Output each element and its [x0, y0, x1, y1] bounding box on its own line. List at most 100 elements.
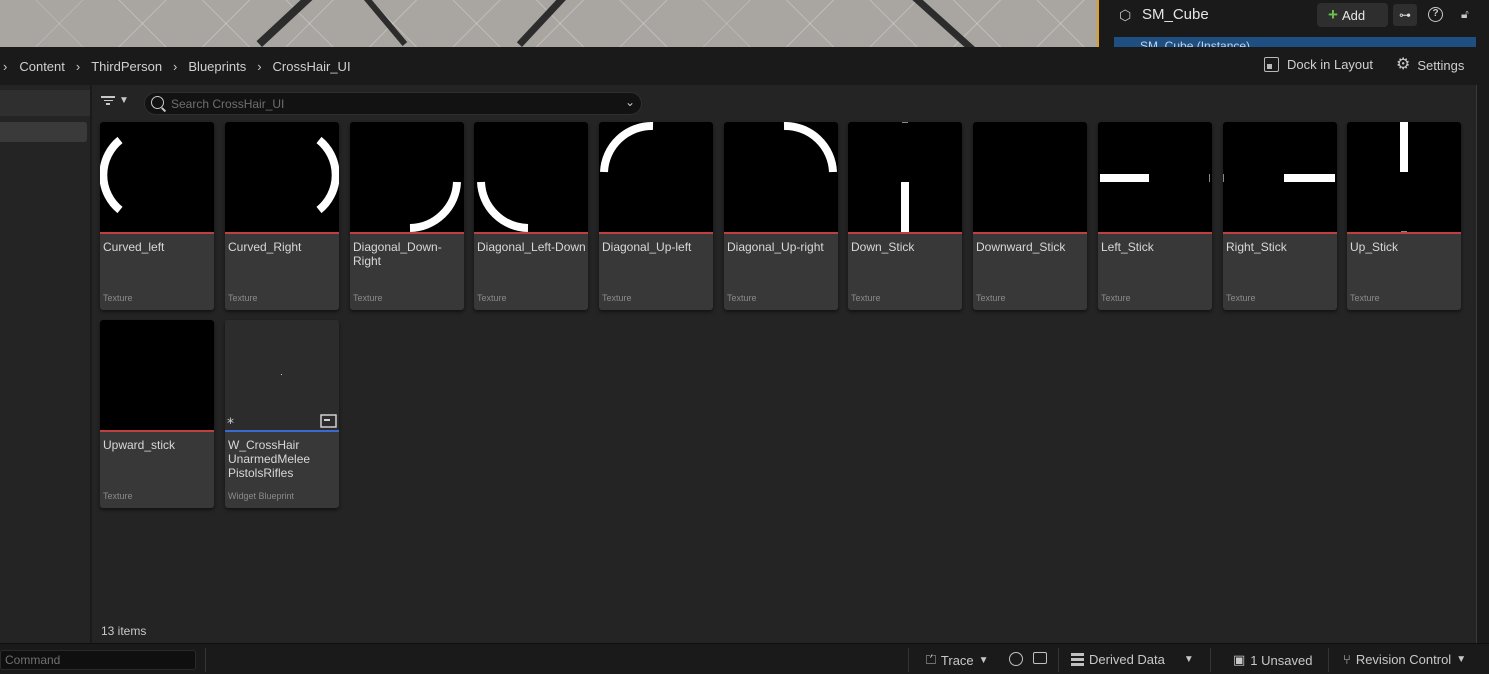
asset-thumbnail: [474, 122, 588, 232]
trace-label: Trace: [940, 652, 974, 668]
static-mesh-icon: ⬡: [1119, 7, 1132, 23]
asset-type: Widget Blueprint: [228, 491, 295, 501]
content-browser: › Content › ThirdPerson › Blueprints › C…: [0, 47, 1477, 643]
asset-type: Texture: [727, 293, 757, 303]
chevron-right-icon[interactable]: ›: [257, 59, 261, 74]
filter-button[interactable]: ▼: [101, 95, 129, 106]
asset-type: Texture: [976, 293, 1006, 303]
breadcrumb-content[interactable]: Content: [19, 59, 65, 74]
asset-tile[interactable]: Down_Stick Texture: [848, 122, 962, 310]
asset-tile[interactable]: Upward_stick Texture: [100, 320, 214, 508]
asset-type: Texture: [1350, 293, 1380, 303]
asset-thumbnail: [599, 122, 713, 232]
sources-panel: [0, 85, 92, 643]
search-icon: [151, 96, 164, 109]
panel-edge: [1477, 47, 1489, 643]
breadcrumb-crosshair-ui[interactable]: CrossHair_UI: [273, 59, 351, 74]
details-title: SM_Cube: [1142, 6, 1209, 23]
asset-tile[interactable]: Curved_left Texture: [100, 122, 214, 310]
sources-selected-folder[interactable]: [0, 122, 87, 142]
chevron-right-icon[interactable]: ›: [76, 59, 80, 74]
asset-name: Diagonal_Down-Right: [353, 240, 442, 268]
chevron-down-icon[interactable]: ⌄: [625, 95, 635, 109]
svg-text:*: *: [227, 416, 234, 430]
asset-name: Curved_Right: [228, 240, 302, 254]
derived-data-icon: [1071, 653, 1084, 666]
derived-data-label: Derived Data: [1089, 652, 1165, 667]
filter-icon: [101, 96, 115, 105]
search-input[interactable]: [171, 95, 611, 112]
chevron-right-icon[interactable]: ›: [173, 59, 177, 74]
asset-tile[interactable]: Downward_Stick Texture: [973, 122, 1087, 310]
unsaved-label: 1 Unsaved: [1250, 652, 1313, 668]
search-bar[interactable]: ⌄: [144, 92, 642, 115]
asset-name: Up_Stick: [1350, 240, 1399, 254]
chevron-down-icon: ▼: [1183, 654, 1194, 665]
asset-name: Diagonal_Left-Down: [477, 240, 586, 254]
unsaved-button[interactable]: ▣ 1 Unsaved: [1233, 652, 1312, 668]
breadcrumb-thirdperson[interactable]: ThirdPerson: [91, 59, 162, 74]
help-icon[interactable]: ?: [1428, 7, 1443, 22]
asset-thumbnail: [225, 122, 339, 232]
asset-tile[interactable]: Diagonal_Up-right Texture: [724, 122, 838, 310]
dock-in-layout-button[interactable]: Dock in Layout: [1264, 57, 1373, 72]
command-box[interactable]: [0, 650, 196, 670]
asset-tile[interactable]: * W_CrossHair UnarmedMelee PistolsRifles…: [225, 320, 339, 508]
asset-tile[interactable]: Right_Stick Texture: [1223, 122, 1337, 310]
asset-name: Curved_left: [103, 240, 165, 254]
breadcrumb: › Content › ThirdPerson › Blueprints › C…: [0, 47, 1477, 85]
revision-control-icon: ⑂: [1343, 652, 1351, 667]
asset-tile[interactable]: Left_Stick Texture: [1098, 122, 1212, 310]
add-component-button[interactable]: + Add: [1317, 3, 1388, 27]
asset-tile[interactable]: Diagonal_Up-left Texture: [599, 122, 713, 310]
asset-tile[interactable]: Curved_Right Texture: [225, 122, 339, 310]
revision-control-label: Revision Control: [1355, 652, 1452, 667]
settings-label: Settings: [1417, 57, 1465, 73]
asset-type: Texture: [228, 293, 258, 303]
asset-type: Texture: [602, 293, 632, 303]
asset-thumbnail: *: [225, 320, 339, 430]
asset-thumbnail: [1347, 122, 1461, 232]
asset-tile[interactable]: Diagonal_Down-Right Texture: [350, 122, 464, 310]
trace-record-button[interactable]: [1009, 652, 1023, 666]
settings-button[interactable]: ⚙ Settings: [1396, 57, 1464, 73]
gear-icon: ⚙: [1396, 56, 1411, 73]
chevron-down-icon: ▼: [1456, 654, 1467, 665]
asset-type: Texture: [851, 293, 881, 303]
asset-thumbnail: [1098, 122, 1212, 232]
asset-name: Downward_Stick: [976, 240, 1066, 254]
breadcrumb-blueprints[interactable]: Blueprints: [188, 59, 246, 74]
level-viewport[interactable]: [0, 0, 1097, 47]
asset-type: Texture: [103, 491, 133, 501]
derived-data-menu[interactable]: Derived Data ▼: [1071, 652, 1194, 667]
sources-header: [0, 90, 90, 116]
asset-thumbnail: [848, 122, 962, 232]
blueprint-hierarchy-button[interactable]: ⊶: [1393, 4, 1417, 26]
asset-tile[interactable]: Up_Stick Texture: [1347, 122, 1461, 310]
trace-snapshot-button[interactable]: [1033, 652, 1047, 664]
asset-type: Texture: [477, 293, 507, 303]
plus-icon: +: [1328, 5, 1338, 24]
asset-type: Texture: [1101, 293, 1131, 303]
asset-tile[interactable]: Diagonal_Left-Down Texture: [474, 122, 588, 310]
items-count: 13 items: [101, 624, 147, 638]
chevron-right-icon[interactable]: ›: [3, 59, 7, 74]
dock-label: Dock in Layout: [1287, 57, 1373, 72]
asset-thumbnail: [1223, 122, 1337, 232]
snapshot-icon: [1033, 652, 1047, 664]
asset-thumbnail: [100, 122, 214, 232]
details-panel: ⬡ SM_Cube + Add ⊶ ? 🔓︎ SM_Cube (Instance…: [1097, 0, 1489, 49]
asset-name: Upward_stick: [103, 438, 176, 452]
save-icon: ▣: [1233, 652, 1246, 667]
chevron-down-icon: ▼: [119, 95, 129, 106]
asset-type: Texture: [103, 293, 133, 303]
asset-name: Diagonal_Up-right: [727, 240, 824, 254]
command-input[interactable]: [1, 651, 195, 669]
asset-type: Texture: [1226, 293, 1256, 303]
hierarchy-icon: ⊶: [1399, 8, 1411, 22]
asset-name: Diagonal_Up-left: [602, 240, 692, 254]
add-label: Add: [1341, 7, 1366, 23]
trace-menu[interactable]: ⏍ Trace ▼: [926, 652, 989, 668]
revision-control-menu[interactable]: ⑂ Revision Control ▼: [1343, 652, 1466, 667]
lock-icon[interactable]: 🔓︎: [1461, 7, 1473, 21]
